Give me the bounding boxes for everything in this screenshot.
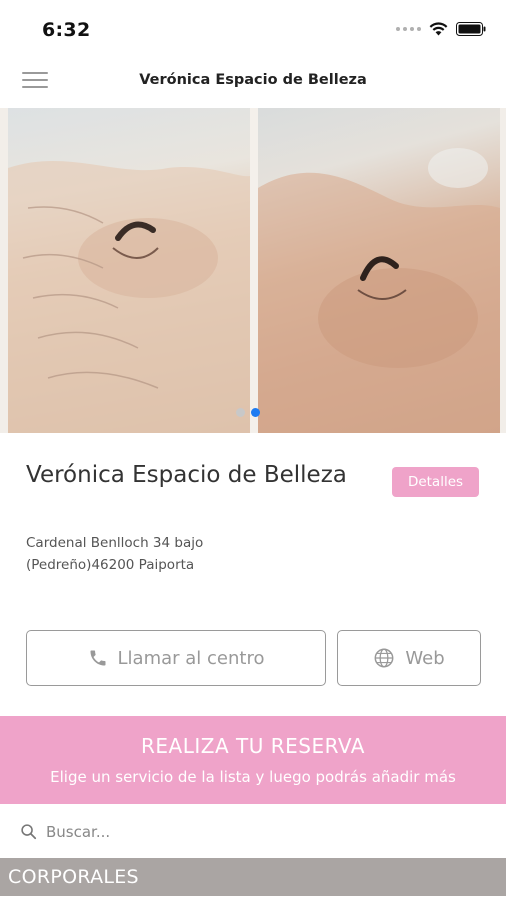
image-carousel[interactable] [0, 108, 506, 433]
status-bar: 6:32 [0, 0, 506, 58]
globe-icon [374, 648, 394, 668]
carousel-dot-2[interactable] [251, 408, 260, 417]
booking-banner: REALIZA TU RESERVA Elige un servicio de … [0, 716, 506, 804]
status-icons [396, 22, 486, 36]
details-button[interactable]: Detalles [392, 467, 479, 497]
cellular-signal-icon [396, 27, 421, 31]
carousel-dot-1[interactable] [236, 408, 245, 417]
carousel-indicator[interactable] [236, 408, 260, 417]
web-button-label: Web [405, 647, 445, 669]
wifi-icon [429, 22, 448, 36]
status-time: 6:32 [42, 19, 91, 41]
call-button-label: Llamar al centro [117, 647, 265, 669]
after-photo [258, 108, 500, 433]
web-button[interactable]: Web [337, 630, 481, 686]
address-line-2: (Pedreño)46200 Paiporta [26, 557, 195, 573]
search-input[interactable] [46, 818, 486, 846]
battery-icon [456, 22, 486, 36]
address-line-1: Cardenal Benlloch 34 bajo [26, 535, 204, 551]
booking-title: REALIZA TU RESERVA [141, 734, 365, 758]
page-title: Verónica Espacio de Belleza [139, 72, 367, 88]
phone-icon [90, 650, 106, 666]
address: Cardenal Benlloch 34 bajo (Pedreño)46200… [26, 532, 326, 576]
business-name: Verónica Espacio de Belleza [26, 462, 347, 488]
nav-bar: Verónica Espacio de Belleza [0, 58, 506, 108]
call-center-button[interactable]: Llamar al centro [26, 630, 326, 686]
category-header-corporales[interactable]: CORPORALES [0, 858, 506, 896]
search-bar [0, 804, 506, 858]
booking-subtitle: Elige un servicio de la lista y luego po… [50, 768, 456, 786]
before-photo [8, 108, 250, 433]
photo-divider [250, 108, 258, 433]
search-icon [21, 824, 37, 840]
